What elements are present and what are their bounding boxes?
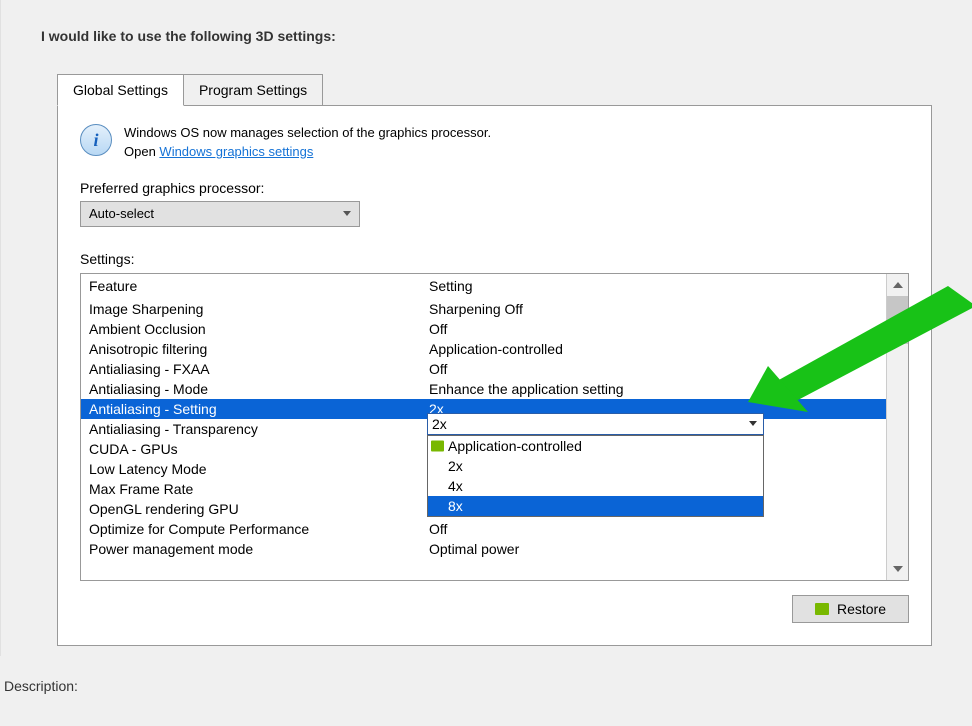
info-line1: Windows OS now manages selection of the … bbox=[124, 125, 491, 140]
restore-button-label: Restore bbox=[837, 601, 886, 617]
scrollbar[interactable] bbox=[886, 274, 908, 580]
chevron-down-icon bbox=[749, 421, 757, 426]
table-row[interactable]: Anisotropic filtering Application-contro… bbox=[81, 339, 886, 359]
chevron-down-icon bbox=[893, 566, 903, 572]
table-row[interactable]: Antialiasing - FXAA Off bbox=[81, 359, 886, 379]
scroll-thumb[interactable] bbox=[887, 296, 908, 344]
row-value-dropdown[interactable]: 2x bbox=[427, 413, 764, 435]
table-row[interactable]: Power management mode Optimal power bbox=[81, 539, 886, 559]
option-2x[interactable]: 2x bbox=[428, 456, 763, 476]
table-row[interactable]: Image Sharpening Sharpening Off bbox=[81, 299, 886, 319]
info-icon: i bbox=[80, 124, 112, 156]
table-header: Feature Setting bbox=[81, 274, 886, 299]
tab-global-settings[interactable]: Global Settings bbox=[57, 74, 184, 106]
antialiasing-setting-options: Application-controlled 2x 4x 8x bbox=[427, 435, 764, 517]
preferred-processor-label: Preferred graphics processor: bbox=[80, 180, 909, 196]
row-value-dropdown-value: 2x bbox=[432, 416, 447, 432]
table-row[interactable]: Ambient Occlusion Off bbox=[81, 319, 886, 339]
table-row[interactable]: Optimize for Compute Performance Off bbox=[81, 519, 886, 539]
chevron-up-icon bbox=[893, 282, 903, 288]
scroll-track[interactable] bbox=[887, 296, 908, 558]
option-8x[interactable]: 8x bbox=[428, 496, 763, 516]
settings-label: Settings: bbox=[80, 251, 909, 267]
option-4x[interactable]: 4x bbox=[428, 476, 763, 496]
info-text: Windows OS now manages selection of the … bbox=[124, 124, 491, 162]
preferred-processor-value: Auto-select bbox=[89, 206, 154, 221]
tab-strip: Global Settings Program Settings bbox=[57, 74, 932, 106]
nvidia-icon bbox=[815, 603, 829, 615]
description-label: Description: bbox=[4, 678, 972, 694]
tab-program-settings[interactable]: Program Settings bbox=[183, 74, 323, 106]
restore-button[interactable]: Restore bbox=[792, 595, 909, 623]
scroll-down-button[interactable] bbox=[887, 558, 908, 580]
info-line2-prefix: Open bbox=[124, 144, 159, 159]
windows-graphics-settings-link[interactable]: Windows graphics settings bbox=[159, 144, 313, 159]
column-setting: Setting bbox=[429, 278, 878, 294]
preferred-processor-dropdown[interactable]: Auto-select bbox=[80, 201, 360, 227]
chevron-down-icon bbox=[343, 211, 351, 216]
table-row[interactable]: Antialiasing - Mode Enhance the applicat… bbox=[81, 379, 886, 399]
column-feature: Feature bbox=[89, 278, 429, 294]
scroll-up-button[interactable] bbox=[887, 274, 908, 296]
option-application-controlled[interactable]: Application-controlled bbox=[428, 436, 763, 456]
tab-content: i Windows OS now manages selection of th… bbox=[57, 105, 932, 646]
section-heading: I would like to use the following 3D set… bbox=[41, 28, 932, 44]
